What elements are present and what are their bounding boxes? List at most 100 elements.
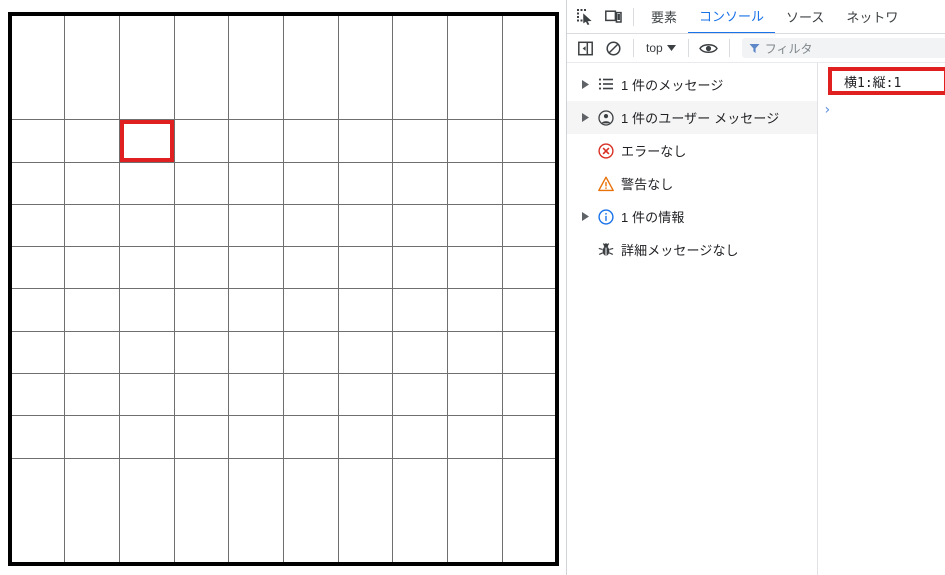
live-expression-eye-icon[interactable] bbox=[695, 34, 723, 62]
grid-cell[interactable] bbox=[228, 13, 284, 121]
grid-cell[interactable] bbox=[118, 13, 175, 121]
chevron-right-icon[interactable] bbox=[578, 80, 593, 89]
tab-console[interactable]: コンソール bbox=[688, 0, 776, 33]
grid-cell[interactable] bbox=[501, 288, 558, 332]
grid-cell[interactable] bbox=[118, 415, 175, 459]
grid-cell[interactable] bbox=[282, 13, 339, 121]
console-sidebar-item[interactable]: 詳細メッセージなし bbox=[567, 233, 817, 266]
grid-cell[interactable] bbox=[64, 13, 120, 121]
grid-cell[interactable] bbox=[228, 119, 284, 163]
grid-cell[interactable] bbox=[64, 457, 120, 565]
console-sidebar-item[interactable]: 1 件のユーザー メッセージ bbox=[567, 101, 817, 134]
grid-cell[interactable] bbox=[337, 161, 394, 205]
grid-cell[interactable] bbox=[282, 373, 339, 417]
console-sidebar-item[interactable]: 1 件の情報 bbox=[567, 200, 817, 233]
grid-cell[interactable] bbox=[447, 161, 503, 205]
grid-cell[interactable] bbox=[392, 288, 448, 332]
grid-cell[interactable] bbox=[501, 203, 558, 248]
grid-cell[interactable] bbox=[64, 373, 120, 417]
grid-cell[interactable] bbox=[9, 457, 66, 565]
grid-cell[interactable] bbox=[64, 330, 120, 375]
grid-cell[interactable] bbox=[282, 119, 339, 163]
grid-cell[interactable] bbox=[501, 246, 558, 290]
chevron-right-icon[interactable] bbox=[578, 113, 593, 122]
grid-cell[interactable] bbox=[282, 246, 339, 290]
console-prompt[interactable]: › bbox=[823, 101, 831, 119]
grid-cell[interactable] bbox=[447, 203, 503, 248]
device-toolbar-icon[interactable] bbox=[599, 3, 627, 31]
grid-cell[interactable] bbox=[392, 13, 448, 121]
grid-cell[interactable] bbox=[118, 246, 175, 290]
grid-cell[interactable] bbox=[228, 330, 284, 375]
execution-context-selector[interactable]: top bbox=[640, 39, 682, 57]
grid-cell[interactable] bbox=[228, 246, 284, 290]
console-sidebar-toggle-icon[interactable] bbox=[571, 34, 599, 62]
grid-cell[interactable] bbox=[9, 373, 66, 417]
grid-cell[interactable] bbox=[173, 415, 230, 459]
grid-cell[interactable] bbox=[282, 415, 339, 459]
grid-cell[interactable] bbox=[64, 203, 120, 248]
grid-cell[interactable] bbox=[173, 13, 230, 121]
grid-cell[interactable] bbox=[282, 161, 339, 205]
grid-cell[interactable] bbox=[173, 373, 230, 417]
grid-cell[interactable] bbox=[447, 119, 503, 163]
grid-cell[interactable] bbox=[64, 119, 120, 163]
grid-cell[interactable] bbox=[447, 288, 503, 332]
grid-cell[interactable] bbox=[173, 119, 230, 163]
grid-cell[interactable] bbox=[228, 288, 284, 332]
inspect-element-icon[interactable] bbox=[571, 3, 599, 31]
grid-cell[interactable] bbox=[173, 246, 230, 290]
grid-cell[interactable] bbox=[282, 288, 339, 332]
grid-cell[interactable] bbox=[392, 119, 448, 163]
grid-cell[interactable] bbox=[501, 415, 558, 459]
grid-cell[interactable] bbox=[337, 288, 394, 332]
grid-cell[interactable] bbox=[9, 119, 66, 163]
console-log-entry[interactable]: 横1:縦:1 bbox=[822, 68, 945, 95]
grid-cell[interactable] bbox=[501, 161, 558, 205]
grid-cell[interactable] bbox=[118, 161, 175, 205]
grid-cell[interactable] bbox=[501, 119, 558, 163]
grid-cell[interactable] bbox=[173, 330, 230, 375]
grid-cell[interactable] bbox=[9, 246, 66, 290]
grid-cell[interactable] bbox=[282, 203, 339, 248]
grid-cell[interactable] bbox=[282, 457, 339, 565]
grid-cell[interactable] bbox=[118, 330, 175, 375]
grid-cell[interactable] bbox=[501, 373, 558, 417]
grid-cell[interactable] bbox=[337, 203, 394, 248]
grid-cell-selected[interactable] bbox=[118, 119, 175, 163]
chevron-right-icon[interactable] bbox=[578, 212, 593, 221]
console-sidebar-item[interactable]: エラーなし bbox=[567, 134, 817, 167]
grid-cell[interactable] bbox=[118, 457, 175, 565]
grid-cell[interactable] bbox=[173, 288, 230, 332]
tab-sources[interactable]: ソース bbox=[775, 0, 835, 33]
grid-cell[interactable] bbox=[337, 373, 394, 417]
grid-cell[interactable] bbox=[228, 161, 284, 205]
grid-cell[interactable] bbox=[447, 13, 503, 121]
grid-cell[interactable] bbox=[392, 457, 448, 565]
grid-cell[interactable] bbox=[228, 415, 284, 459]
coordinate-grid[interactable] bbox=[8, 12, 559, 566]
console-sidebar-item[interactable]: 1 件のメッセージ bbox=[567, 68, 817, 101]
grid-cell[interactable] bbox=[9, 161, 66, 205]
grid-cell[interactable] bbox=[118, 288, 175, 332]
grid-cell[interactable] bbox=[228, 457, 284, 565]
grid-cell[interactable] bbox=[9, 288, 66, 332]
grid-cell[interactable] bbox=[173, 457, 230, 565]
filter-input[interactable]: フィルタ bbox=[741, 38, 945, 58]
grid-cell[interactable] bbox=[392, 415, 448, 459]
grid-cell[interactable] bbox=[447, 415, 503, 459]
grid-cell[interactable] bbox=[9, 13, 66, 121]
grid-cell[interactable] bbox=[337, 415, 394, 459]
grid-cell[interactable] bbox=[447, 373, 503, 417]
grid-cell[interactable] bbox=[9, 415, 66, 459]
grid-cell[interactable] bbox=[392, 203, 448, 248]
grid-cell[interactable] bbox=[173, 161, 230, 205]
grid-cell[interactable] bbox=[392, 330, 448, 375]
grid-cell[interactable] bbox=[173, 203, 230, 248]
tab-elements[interactable]: 要素 bbox=[640, 0, 688, 33]
grid-cell[interactable] bbox=[501, 330, 558, 375]
grid-cell[interactable] bbox=[228, 373, 284, 417]
console-sidebar-item[interactable]: 警告なし bbox=[567, 167, 817, 200]
grid-cell[interactable] bbox=[392, 373, 448, 417]
grid-cell[interactable] bbox=[337, 457, 394, 565]
